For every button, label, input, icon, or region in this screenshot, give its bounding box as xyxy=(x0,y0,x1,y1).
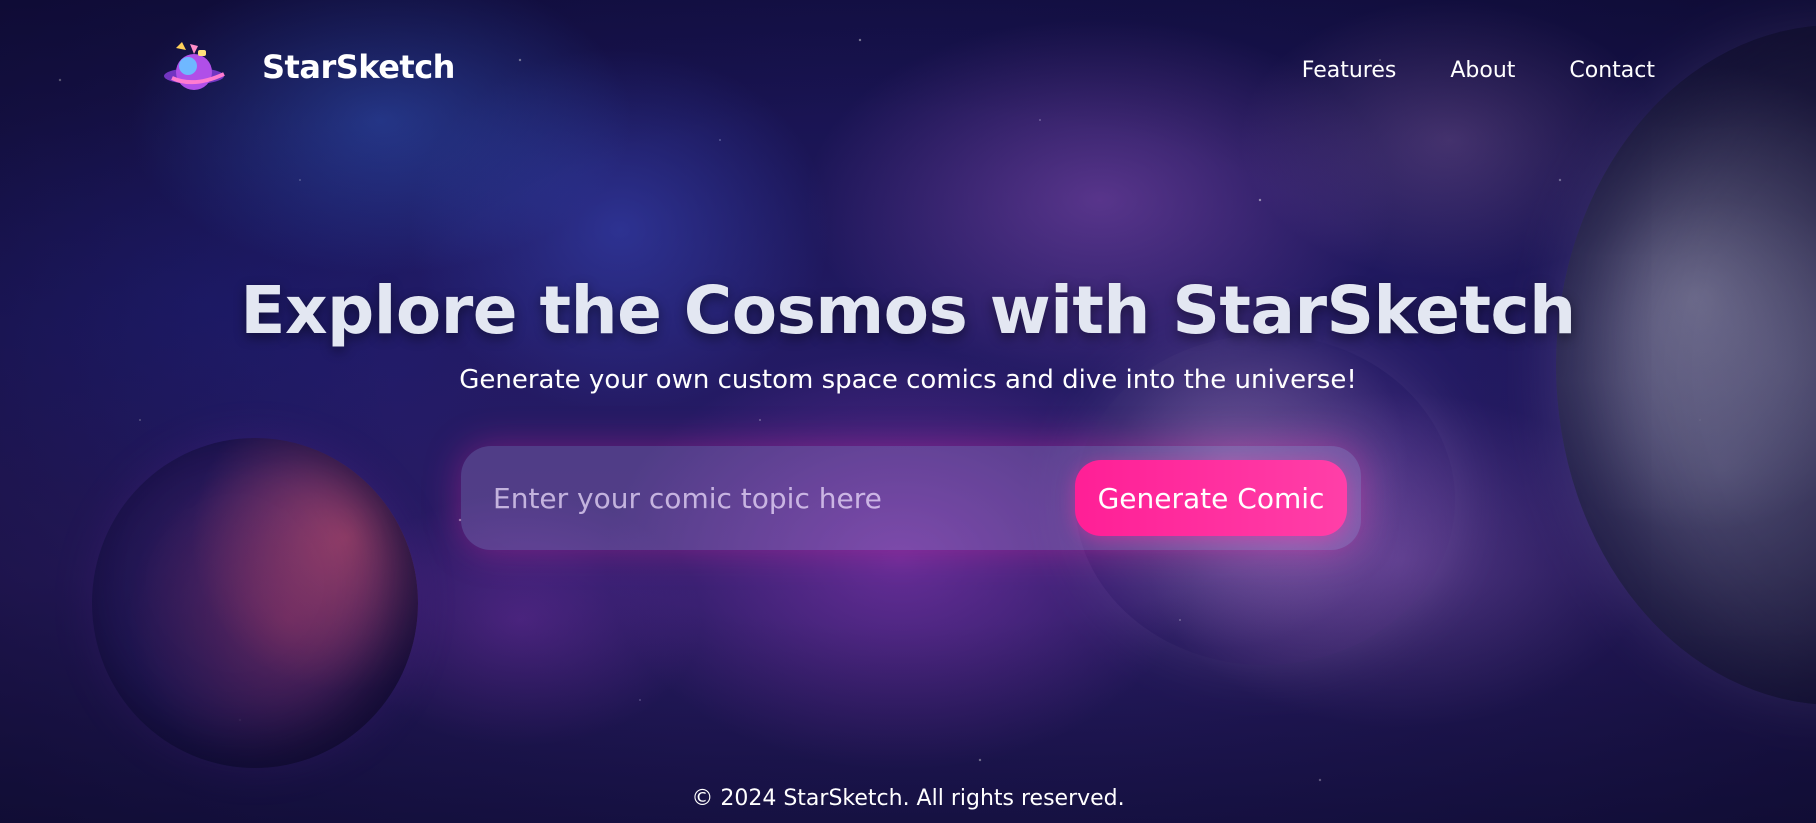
brand-name: StarSketch xyxy=(262,48,455,86)
hero-section: Explore the Cosmos with StarSketch Gener… xyxy=(0,270,1816,398)
site-header: StarSketch Features About Contact xyxy=(0,0,1816,150)
nav-link-about[interactable]: About xyxy=(1450,58,1515,83)
comic-topic-form: Generate Comic xyxy=(461,446,1361,550)
brand-logo-link[interactable]: StarSketch xyxy=(158,38,455,96)
generate-comic-button[interactable]: Generate Comic xyxy=(1075,460,1347,536)
hero-title: Explore the Cosmos with StarSketch xyxy=(240,272,1576,349)
nav-link-contact[interactable]: Contact xyxy=(1569,58,1655,83)
comic-topic-input[interactable] xyxy=(491,467,1075,529)
main-nav: Features About Contact xyxy=(1302,58,1655,83)
nav-link-features[interactable]: Features xyxy=(1302,58,1397,83)
hero-subtitle: Generate your own custom space comics an… xyxy=(459,365,1357,395)
copyright-footer: © 2024 StarSketch. All rights reserved. xyxy=(691,786,1125,811)
planet-logo-icon xyxy=(164,42,225,90)
page: StarSketch Features About Contact Explor… xyxy=(0,0,1816,823)
